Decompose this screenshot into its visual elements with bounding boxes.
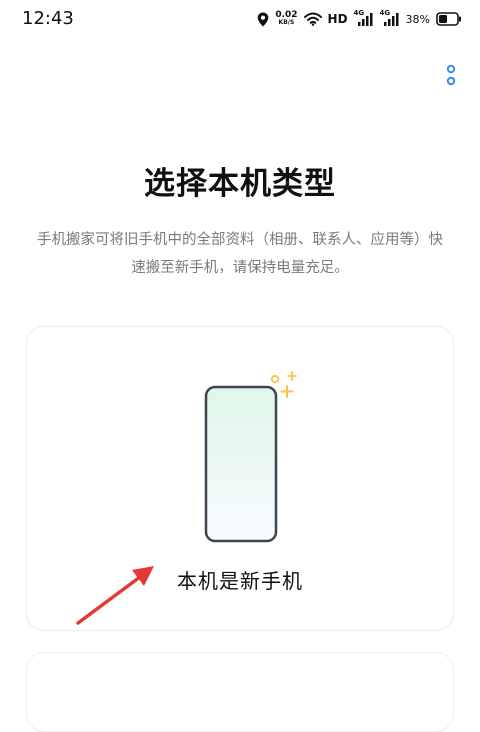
signal-network-type: 4G (353, 9, 365, 17)
hd-voice-label: HD (327, 12, 348, 26)
annotation-arrow-icon (76, 566, 154, 625)
signal-network-type: 4G (379, 9, 391, 17)
battery-percentage: 38% (405, 12, 430, 26)
page-title: 选择本机类型 (144, 166, 336, 202)
network-speed-unit: KB/S (278, 19, 295, 26)
more-options-icon[interactable] (440, 64, 462, 88)
status-icons: 0.02 KB/S HD 4G 4G 38% (257, 9, 462, 28)
status-time: 12:43 (22, 8, 74, 29)
wifi-icon (303, 12, 322, 26)
network-speed: 0.02 KB/S (275, 11, 297, 27)
new-phone-icon (204, 371, 297, 543)
option-old-phone-card[interactable] (26, 652, 454, 732)
network-speed-value: 0.02 (275, 10, 298, 20)
signal-strength-icon-sim1: 4G (353, 9, 374, 27)
battery-icon (436, 12, 461, 26)
location-icon (258, 12, 269, 26)
status-bar: 12:43 0.02 KB/S HD 4G 4G 38% (0, 0, 480, 40)
page-description: 手机搬家可将旧手机中的全部资料（相册、联系人、应用等）快速搬至新手机，请保持电量… (37, 232, 443, 276)
signal-strength-icon-sim2: 4G (379, 9, 400, 27)
